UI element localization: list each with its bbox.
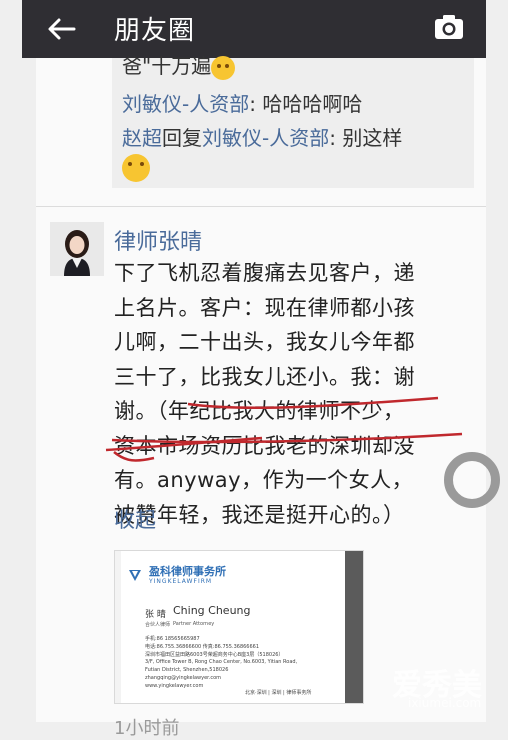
- card-title-en: Partner Attorney: [173, 621, 215, 627]
- post-line: 上名片。客户：现在律师都小孩: [114, 295, 415, 320]
- comment-author[interactable]: 刘敏仪-人资部: [122, 92, 249, 116]
- card-name-en: Ching Cheung: [173, 604, 251, 617]
- card-address-cn: 深圳市福田区益田路6003号荣超商务中心B座3层（518026）: [145, 652, 284, 658]
- post-timestamp: 1小时前: [114, 718, 180, 739]
- firm-logo-icon: [129, 570, 141, 581]
- firm-name-en: YINGKELAWFIRM: [149, 578, 213, 585]
- comment-author[interactable]: 赵超: [122, 126, 162, 150]
- post-author[interactable]: 律师张晴: [114, 224, 202, 256]
- post-line: 谢。（年纪比我大的律师不少，: [114, 399, 405, 423]
- page-title: 朋友圈: [114, 16, 196, 46]
- card-mobile: 手机:86 18565665987: [145, 636, 200, 642]
- card-edge: [115, 551, 121, 703]
- business-card-image[interactable]: 盈科律师事务所 YINGKELAWFIRM 张 晴 Ching Cheung 合…: [114, 550, 364, 704]
- comment-text: : 别这样: [329, 126, 403, 150]
- post-line: 三十了，比我女儿还小。我：谢: [114, 364, 415, 389]
- card-address-en2: Futian District, Shenzhen,518026: [145, 667, 229, 673]
- post-line: 被赞年轻，我还是挺开心的。）: [114, 502, 405, 527]
- card-email: zhangqing@yingkelawyer.com: [145, 675, 222, 681]
- card-side-band: [345, 551, 363, 703]
- card-address-en1: 3/F, Office Tower B, Rong Chao Center, N…: [145, 659, 298, 665]
- avatar[interactable]: [50, 222, 104, 276]
- comment-row: 刘敏仪-人资部: 哈哈哈啊哈: [122, 88, 362, 117]
- post-line: 儿啊，二十出头，我女儿今年都: [114, 330, 415, 354]
- card-footer: 北京·深圳 | 深圳 | 律师事务所: [245, 690, 312, 696]
- comment-text: 爸"十万遍: [122, 54, 212, 78]
- comments-box: 爸"十万遍 刘敏仪-人资部: 哈哈哈啊哈 赵超回复刘敏仪-人资部: 别这样: [112, 54, 474, 188]
- reply-word: 回复: [162, 126, 202, 150]
- camera-icon[interactable]: [434, 14, 464, 40]
- firm-name: 盈科律师事务所: [149, 565, 226, 578]
- post-line: 有。anyway，作为一个女人，: [114, 468, 414, 492]
- card-phone: 电话:86.755.36866600 传真:86.755.36866661: [145, 644, 260, 650]
- watermark-url: ixiumei.com: [408, 696, 482, 710]
- post-line: 下了飞机忍着腹痛去见客户，递: [114, 261, 415, 285]
- avatar-portrait-icon: [50, 222, 104, 276]
- comment-text: : 哈哈哈啊哈: [249, 92, 363, 116]
- card-title-cn: 合伙人律师: [145, 622, 171, 628]
- card-web: www.yingkelawyer.com: [145, 683, 204, 689]
- top-navbar: 朋友圈: [22, 0, 486, 58]
- smile-emoji-icon: [122, 154, 150, 182]
- reply-target[interactable]: 刘敏仪-人资部: [202, 126, 329, 150]
- comment-row: 赵超回复刘敏仪-人资部: 别这样: [122, 122, 402, 151]
- back-arrow-icon[interactable]: [44, 12, 78, 46]
- comment-row: [122, 154, 150, 182]
- feed-content: 爸"十万遍 刘敏仪-人资部: 哈哈哈啊哈 赵超回复刘敏仪-人资部: 别这样 律师…: [36, 54, 486, 739]
- floating-scroll-handle[interactable]: [444, 452, 500, 508]
- post-text: 下了飞机忍着腹痛去见客户，递 上名片。客户：现在律师都小孩 儿啊，二十出头，我女…: [114, 256, 464, 532]
- card-name-cn: 张 晴: [145, 610, 166, 620]
- laugh-emoji-icon: [211, 55, 236, 80]
- post-line: 资本市场资历比我老的深圳却没: [114, 433, 415, 458]
- post-divider: [36, 206, 486, 207]
- comment-row: 爸"十万遍: [122, 50, 236, 80]
- collapse-link[interactable]: 收起: [114, 504, 156, 534]
